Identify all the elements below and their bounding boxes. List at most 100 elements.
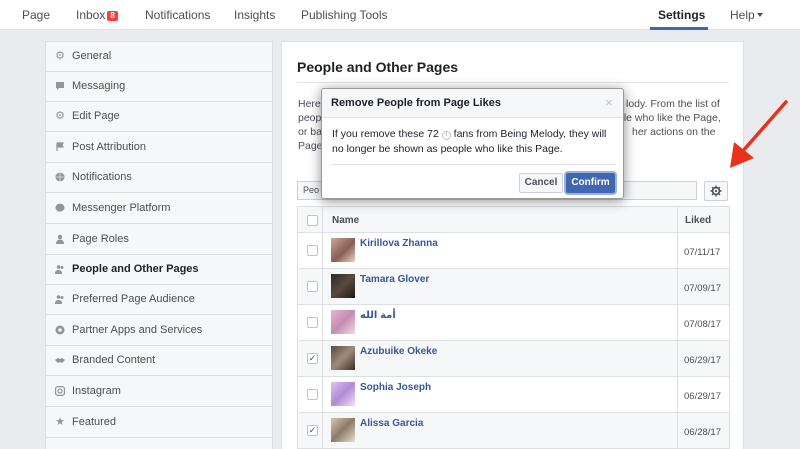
nav-page[interactable]: Page — [22, 8, 50, 22]
column-header-liked[interactable]: Liked — [685, 215, 711, 226]
sidebar-item-label: Instagram — [72, 385, 121, 397]
instagram-icon — [55, 386, 66, 397]
red-arrow-annotation — [730, 100, 788, 168]
messenger-icon — [55, 203, 65, 213]
row-checkbox[interactable]: ✓ — [307, 353, 318, 364]
sidebar-item-notifications[interactable]: Notifications — [46, 163, 272, 193]
description-text: peop — [298, 112, 322, 124]
avatar[interactable] — [331, 274, 355, 298]
sidebar-item-label: Messenger Platform — [72, 202, 171, 214]
avatar[interactable] — [331, 382, 355, 406]
row-checkbox[interactable] — [307, 389, 318, 400]
avatar[interactable] — [331, 310, 355, 334]
nav-inbox-label: Inbox — [76, 8, 106, 22]
table-row[interactable]: ✓ Azubuike Okeke 06/29/17 — [297, 341, 730, 377]
row-checkbox[interactable] — [307, 245, 318, 256]
nav-publishing-tools[interactable]: Publishing Tools — [301, 8, 388, 22]
liked-date: 06/29/17 — [684, 391, 721, 402]
column-divider — [322, 206, 323, 449]
row-checkbox[interactable]: ✓ — [307, 425, 318, 436]
info-icon[interactable]: i — [441, 131, 451, 140]
sidebar-item-post-attribution[interactable]: Post Attribution — [46, 133, 272, 163]
sidebar-item-messenger-platform[interactable]: Messenger Platform — [46, 194, 272, 224]
sidebar-item-page-roles[interactable]: Page Roles — [46, 225, 272, 255]
avatar[interactable] — [331, 238, 355, 262]
avatar[interactable] — [331, 346, 355, 370]
sidebar-item-preferred-page-audience[interactable]: Preferred Page Audience — [46, 285, 272, 315]
sidebar-item-messaging[interactable]: Messaging — [46, 72, 272, 102]
sidebar-item-instagram[interactable]: Instagram — [46, 377, 272, 407]
description-text: Here' — [298, 98, 323, 110]
divider — [330, 164, 616, 165]
dialog-header: Remove People from Page Likes × — [322, 89, 623, 118]
table-row[interactable]: Sophia Joseph 06/29/17 — [297, 377, 730, 413]
handshake-icon — [55, 355, 65, 365]
inbox-badge: 8 — [107, 11, 118, 21]
sidebar-item-label: Page Roles — [72, 233, 129, 245]
sidebar-item-edit-page[interactable]: ⚙ Edit Page — [46, 102, 272, 132]
nav-help-label: Help — [730, 8, 755, 22]
settings-gear-button[interactable] — [704, 181, 728, 201]
row-checkbox[interactable] — [307, 281, 318, 292]
liked-date: 06/29/17 — [684, 355, 721, 366]
nav-settings[interactable]: Settings — [658, 8, 705, 22]
table-row[interactable]: Tamara Glover 07/09/17 — [297, 269, 730, 305]
user-name-link[interactable]: أمة الله — [360, 310, 396, 321]
nav-inbox[interactable]: Inbox 8 — [76, 8, 118, 22]
confirm-button[interactable]: Confirm — [566, 173, 615, 193]
table-row[interactable]: ✓ Alissa Garcia 06/28/17 — [297, 413, 730, 449]
sidebar-item-label: Messaging — [72, 80, 126, 92]
nav-notifications[interactable]: Notifications — [145, 8, 210, 22]
description-text: her actions on the — [632, 126, 716, 138]
people-icon — [55, 264, 65, 274]
select-all-checkbox[interactable] — [307, 215, 318, 226]
sidebar-item-label: Featured — [72, 416, 117, 428]
description-text: lody. From the list of — [626, 98, 720, 110]
page-title: People and Other Pages — [297, 59, 459, 75]
people-icon — [55, 294, 65, 304]
nav-settings-active-indicator — [650, 27, 708, 30]
table-row[interactable]: أمة الله 07/08/17 — [297, 305, 730, 341]
gear-icon: ⚙ — [55, 50, 65, 62]
sidebar-item-branded-content[interactable]: Branded Content — [46, 346, 272, 376]
user-name-link[interactable]: Tamara Glover — [360, 274, 429, 285]
cancel-button[interactable]: Cancel — [519, 173, 563, 193]
column-header-name[interactable]: Name — [332, 215, 359, 226]
user-name-link[interactable]: Azubuike Okeke — [360, 346, 437, 357]
sidebar-item-partner-apps[interactable]: Partner Apps and Services — [46, 316, 272, 346]
user-name-link[interactable]: Kirillova Zhanna — [360, 238, 438, 249]
nav-help[interactable]: Help — [730, 8, 763, 22]
person-icon — [55, 234, 65, 244]
sidebar-item-general[interactable]: ⚙ General — [46, 42, 272, 72]
description-text: or ba — [298, 126, 322, 138]
sidebar-item-label: Notifications — [72, 171, 132, 183]
nav-insights[interactable]: Insights — [234, 8, 275, 22]
liked-date: 07/09/17 — [684, 283, 721, 294]
globe-icon — [55, 172, 65, 182]
user-name-link[interactable]: Sophia Joseph — [360, 382, 431, 393]
table-row[interactable]: Kirillova Zhanna 07/11/17 — [297, 233, 730, 269]
remove-people-dialog: Remove People from Page Likes × If you r… — [321, 88, 624, 199]
liked-date: 06/28/17 — [684, 427, 721, 438]
chat-icon — [55, 81, 65, 91]
divider — [297, 82, 729, 83]
column-divider — [677, 206, 678, 449]
sidebar-item-people-and-other-pages[interactable]: People and Other Pages — [46, 255, 272, 285]
flag-icon — [55, 142, 65, 152]
avatar[interactable] — [331, 418, 355, 442]
chevron-down-icon — [756, 13, 763, 17]
top-nav: Page Inbox 8 Notifications Insights Publi… — [0, 0, 800, 30]
row-checkbox[interactable] — [307, 317, 318, 328]
close-icon[interactable]: × — [605, 95, 613, 110]
dialog-message-text: If you remove these 72 — [332, 128, 439, 140]
settings-sidebar: ⚙ General Messaging ⚙ Edit Page Post Att… — [45, 41, 273, 449]
description-text: ple who like the Page, — [618, 112, 721, 124]
sidebar-item-label: General — [72, 50, 112, 62]
apps-icon — [55, 325, 65, 335]
dialog-title: Remove People from Page Likes — [331, 97, 501, 109]
description-text: Page — [298, 140, 323, 152]
sidebar-item-label: Preferred Page Audience — [72, 293, 195, 305]
sidebar-item-featured[interactable]: ★ Featured — [46, 408, 272, 438]
sidebar-item-label: Partner Apps and Services — [72, 324, 203, 336]
user-name-link[interactable]: Alissa Garcia — [360, 418, 423, 429]
